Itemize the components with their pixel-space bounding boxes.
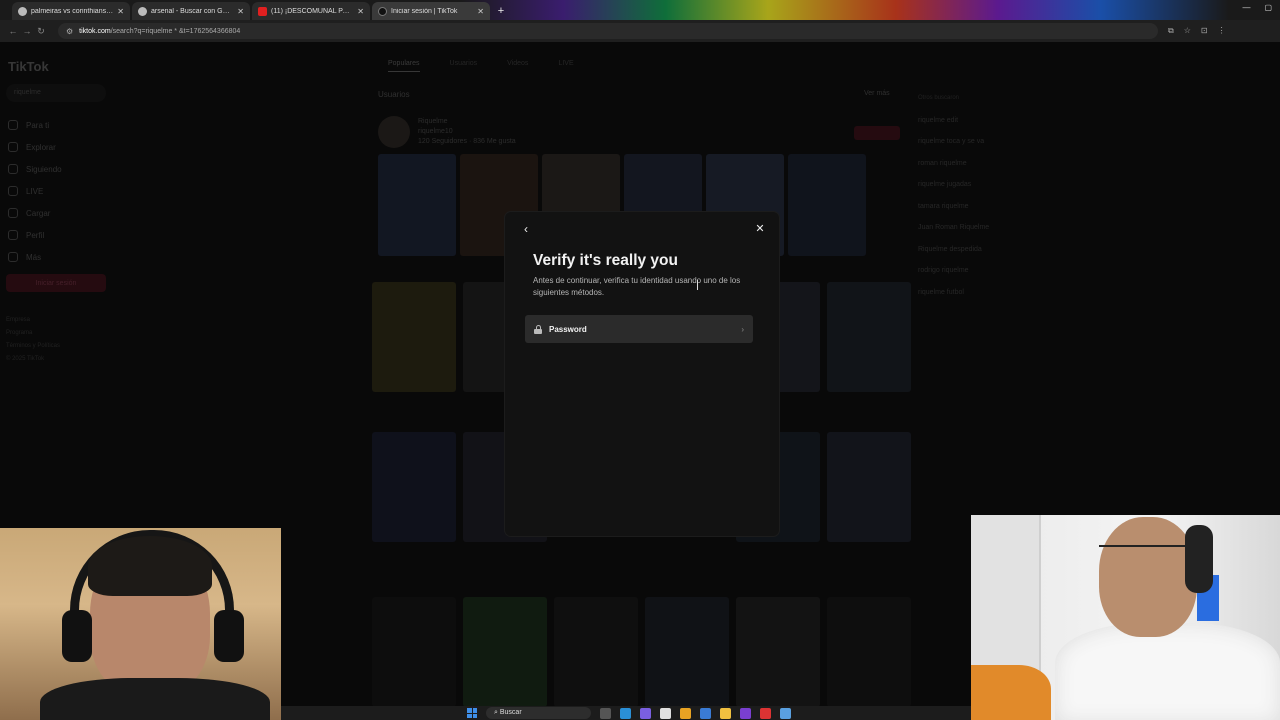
password-method-label: Password bbox=[549, 324, 587, 334]
browser-toolbar: ← → ↻ ⚙ tiktok.com /search?q=riquelme * … bbox=[0, 20, 1280, 42]
windows-taskbar: ⌕ Buscar bbox=[281, 706, 971, 720]
tiktok-icon bbox=[378, 6, 387, 16]
reload-icon[interactable]: ↻ bbox=[34, 26, 48, 37]
webcam-left bbox=[0, 528, 281, 720]
text-cursor bbox=[697, 280, 699, 290]
address-bar[interactable]: ⚙ tiktok.com /search?q=riquelme * &t=176… bbox=[58, 23, 1158, 39]
lock-icon bbox=[534, 324, 542, 334]
menu-icon[interactable]: ⋮ bbox=[1218, 26, 1226, 36]
back-arrow-icon[interactable]: ‹ bbox=[519, 222, 533, 236]
url-path: /search?q=riquelme * &t=1762564366804 bbox=[110, 27, 241, 35]
chrome-icon[interactable] bbox=[680, 707, 691, 719]
browser-tabbar: palmeiras vs corinthians - Busc ✕ arsena… bbox=[0, 0, 1280, 20]
google-icon bbox=[18, 6, 27, 16]
close-icon[interactable]: ✕ bbox=[477, 7, 484, 16]
webcam-right bbox=[971, 515, 1280, 720]
settings-icon[interactable] bbox=[780, 707, 791, 719]
close-icon[interactable]: ✕ bbox=[753, 222, 767, 236]
modal-description: Antes de continuar, verifica tu identida… bbox=[533, 276, 741, 297]
password-method-button[interactable]: Password › bbox=[525, 315, 753, 343]
app-icon[interactable] bbox=[760, 707, 771, 719]
edge-icon[interactable] bbox=[620, 707, 631, 719]
chevron-right-icon: › bbox=[741, 324, 744, 334]
app-icon[interactable] bbox=[740, 707, 751, 719]
tab-title: (11) ¡DESCOMUNAL PARTIDO D bbox=[271, 7, 353, 15]
close-icon[interactable]: ✕ bbox=[357, 7, 364, 16]
maximize-icon[interactable]: ▢ bbox=[1264, 3, 1272, 12]
windows-start-icon[interactable] bbox=[467, 708, 477, 718]
new-tab-button[interactable]: + bbox=[494, 4, 508, 18]
extensions-icon[interactable]: ⊡ bbox=[1201, 26, 1208, 36]
google-icon bbox=[138, 6, 147, 16]
tab-title: arsenal - Buscar con Google bbox=[151, 7, 234, 15]
close-icon[interactable]: ✕ bbox=[117, 7, 124, 16]
close-icon[interactable]: ✕ bbox=[237, 7, 244, 16]
app-icon[interactable] bbox=[700, 707, 711, 719]
youtube-icon bbox=[258, 6, 267, 16]
browser-tab[interactable]: (11) ¡DESCOMUNAL PARTIDO D ✕ bbox=[252, 2, 370, 20]
store-icon[interactable] bbox=[660, 707, 671, 719]
verify-modal: ‹ ✕ Verify it's really you Antes de cont… bbox=[505, 212, 779, 536]
screen: palmeiras vs corinthians - Busc ✕ arsena… bbox=[0, 0, 1280, 720]
install-icon[interactable]: ⧉ bbox=[1168, 26, 1174, 36]
minimize-icon[interactable]: — bbox=[1242, 3, 1250, 12]
taskbar-search-label: Buscar bbox=[499, 709, 522, 716]
site-info-icon[interactable]: ⚙ bbox=[66, 27, 73, 36]
url-host: tiktok.com bbox=[79, 27, 111, 35]
file-explorer-icon[interactable] bbox=[720, 707, 731, 719]
browser-tab-active[interactable]: Iniciar sesión | TikTok ✕ bbox=[372, 2, 490, 20]
browser-tab[interactable]: palmeiras vs corinthians - Busc ✕ bbox=[12, 2, 130, 20]
forward-icon[interactable]: → bbox=[20, 26, 34, 36]
back-icon[interactable]: ← bbox=[6, 26, 20, 36]
window-controls: — ▢ bbox=[1242, 3, 1272, 12]
modal-title: Verify it's really you bbox=[533, 252, 678, 269]
tab-title: palmeiras vs corinthians - Busc bbox=[31, 7, 113, 15]
browser-tab[interactable]: arsenal - Buscar con Google ✕ bbox=[132, 2, 250, 20]
toolbar-icons: ⧉ ☆ ⊡ ⋮ bbox=[1168, 26, 1226, 36]
bookmark-star-icon[interactable]: ☆ bbox=[1184, 26, 1191, 36]
app-icon[interactable] bbox=[640, 707, 651, 719]
taskbar-search[interactable]: ⌕ Buscar bbox=[486, 707, 591, 719]
task-view-icon[interactable] bbox=[600, 707, 611, 719]
tab-title: Iniciar sesión | TikTok bbox=[391, 7, 458, 15]
